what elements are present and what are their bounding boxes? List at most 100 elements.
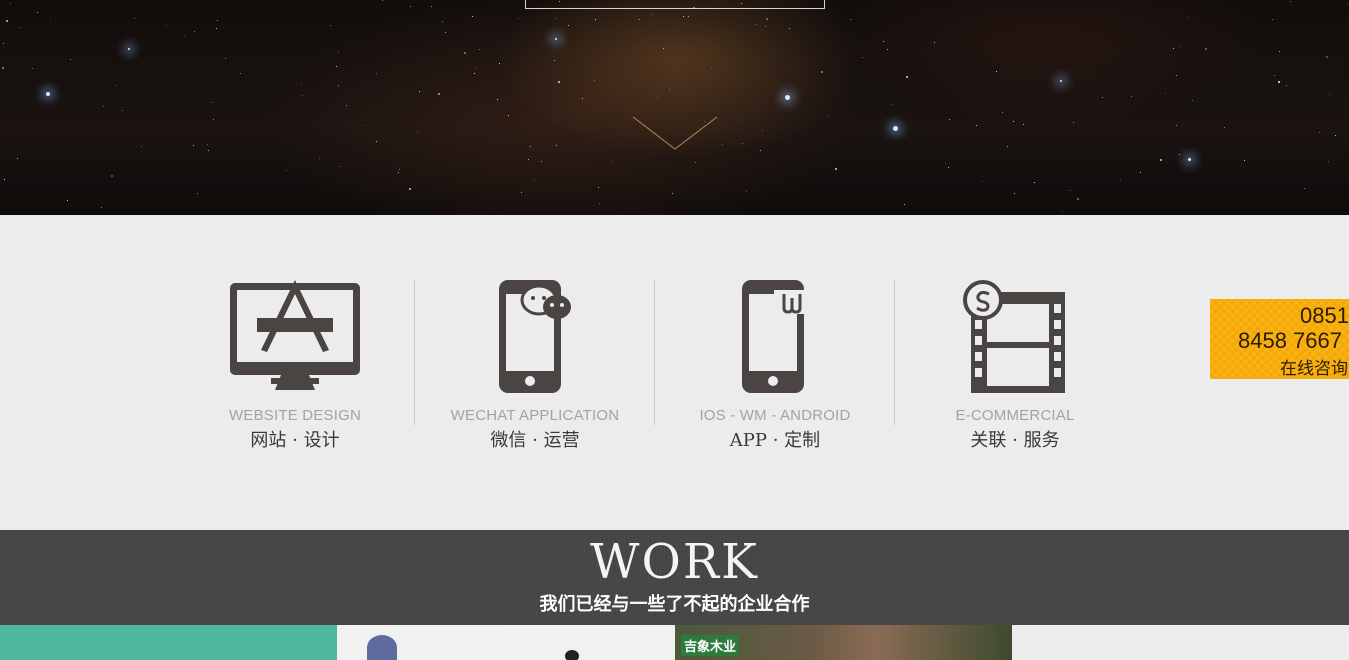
star-decoration <box>438 93 440 95</box>
star-decoration <box>10 3 11 4</box>
star-decoration <box>949 119 950 120</box>
star-decoration <box>530 146 531 147</box>
star-decoration <box>1034 182 1035 183</box>
star-decoration <box>695 162 696 163</box>
star-decoration <box>197 193 198 194</box>
star-decoration <box>1002 112 1003 113</box>
work-subtitle: 我们已经与一些了不起的企业合作 <box>539 594 810 614</box>
hero-button-outline[interactable] <box>525 0 825 9</box>
star-decoration <box>883 41 884 42</box>
service-cn-label: 关联 · 服务 <box>970 430 1060 451</box>
thumbnail-image-figure <box>367 635 397 660</box>
phone-app-icon <box>742 280 808 393</box>
work-thumbnail[interactable] <box>1012 625 1349 660</box>
star-decoration <box>166 25 167 26</box>
star-decoration <box>338 85 339 86</box>
star-decoration <box>976 125 977 126</box>
star-decoration <box>445 32 446 33</box>
star-decoration <box>1335 135 1336 136</box>
star-decoration <box>688 16 689 17</box>
star-decoration <box>497 99 498 100</box>
star-decoration <box>904 204 905 205</box>
star-decoration <box>1013 121 1014 122</box>
star-decoration <box>1192 100 1193 101</box>
star-decoration <box>1290 1 1291 2</box>
star-decoration <box>508 115 509 116</box>
star-decoration <box>1070 190 1071 191</box>
star-decoration <box>2 67 4 69</box>
star-decoration <box>1205 48 1207 50</box>
service-cn-label: 微信 · 运营 <box>490 430 580 451</box>
star-decoration <box>442 21 443 22</box>
star-decoration <box>319 158 320 159</box>
star-decoration <box>704 121 705 122</box>
service-app-custom[interactable]: IOS - WM - ANDROID APP · 定制 <box>655 280 895 455</box>
star-decoration <box>37 12 38 13</box>
star-decoration <box>789 28 790 29</box>
work-thumbnail[interactable]: 吉象木业 <box>675 625 1012 660</box>
star-decoration <box>1347 3 1348 4</box>
work-thumbnail[interactable] <box>0 625 337 660</box>
star-decoration <box>1173 48 1174 49</box>
star-decoration <box>1179 154 1180 155</box>
thumbnail-image-person <box>565 650 579 660</box>
star-decoration <box>722 144 723 145</box>
star-decoration <box>1188 158 1191 161</box>
service-e-commercial[interactable]: E-COMMERCIAL 关联 · 服务 <box>895 280 1135 455</box>
star-decoration <box>554 60 555 61</box>
star-decoration <box>1007 146 1008 147</box>
star-decoration <box>1062 211 1063 212</box>
hotline-consult-label[interactable]: 在线咨询 <box>1280 354 1348 379</box>
service-wechat-application[interactable]: WECHAT APPLICATION 微信 · 运营 <box>415 280 655 455</box>
star-decoration <box>594 80 595 81</box>
star-decoration <box>32 68 33 69</box>
star-decoration <box>669 89 670 90</box>
star-decoration <box>742 143 743 144</box>
star-decoration <box>1102 97 1103 98</box>
star-decoration <box>217 20 218 21</box>
star-decoration <box>1286 85 1287 86</box>
star-decoration <box>582 98 583 99</box>
star-decoration <box>555 18 556 19</box>
star-decoration <box>122 110 123 111</box>
star-decoration <box>499 63 500 64</box>
star-decoration <box>683 16 684 17</box>
star-decoration <box>225 58 226 59</box>
star-decoration <box>111 175 113 177</box>
star-decoration <box>1224 127 1225 128</box>
star-decoration <box>1328 161 1329 162</box>
work-thumbnail[interactable] <box>337 625 675 660</box>
star-decoration <box>934 42 935 43</box>
work-thumbnails: 吉象木业 <box>0 625 1349 660</box>
hero-banner <box>0 0 1349 215</box>
star-decoration <box>1014 193 1015 194</box>
star-decoration <box>541 161 542 162</box>
scroll-down-chevron-icon[interactable] <box>632 115 718 151</box>
star-decoration <box>472 16 473 17</box>
star-decoration <box>1272 19 1273 20</box>
star-decoration <box>948 167 949 168</box>
star-decoration <box>1179 46 1180 47</box>
star-decoration <box>518 18 519 19</box>
star-decoration <box>46 92 50 96</box>
star-decoration <box>595 19 596 20</box>
star-decoration <box>19 27 20 28</box>
star-decoration <box>338 51 339 52</box>
star-decoration <box>6 20 8 22</box>
star-decoration <box>141 146 142 147</box>
star-decoration <box>556 145 557 146</box>
star-decoration <box>1165 93 1166 94</box>
star-decoration <box>1120 179 1121 180</box>
star-decoration <box>598 187 599 188</box>
star-decoration <box>1278 81 1280 83</box>
star-decoration <box>346 105 347 106</box>
star-decoration <box>302 95 303 96</box>
service-website-design[interactable]: WEBSITE DESIGN 网站 · 设计 <box>175 280 415 455</box>
star-decoration <box>1060 80 1062 82</box>
star-decoration <box>474 73 475 74</box>
star-decoration <box>376 141 377 142</box>
star-decoration <box>240 73 241 74</box>
hotline-widget[interactable]: 0851 8458 7667 在线咨询 <box>1210 299 1349 379</box>
work-title: WORK <box>590 534 759 590</box>
star-decoration <box>756 24 757 25</box>
